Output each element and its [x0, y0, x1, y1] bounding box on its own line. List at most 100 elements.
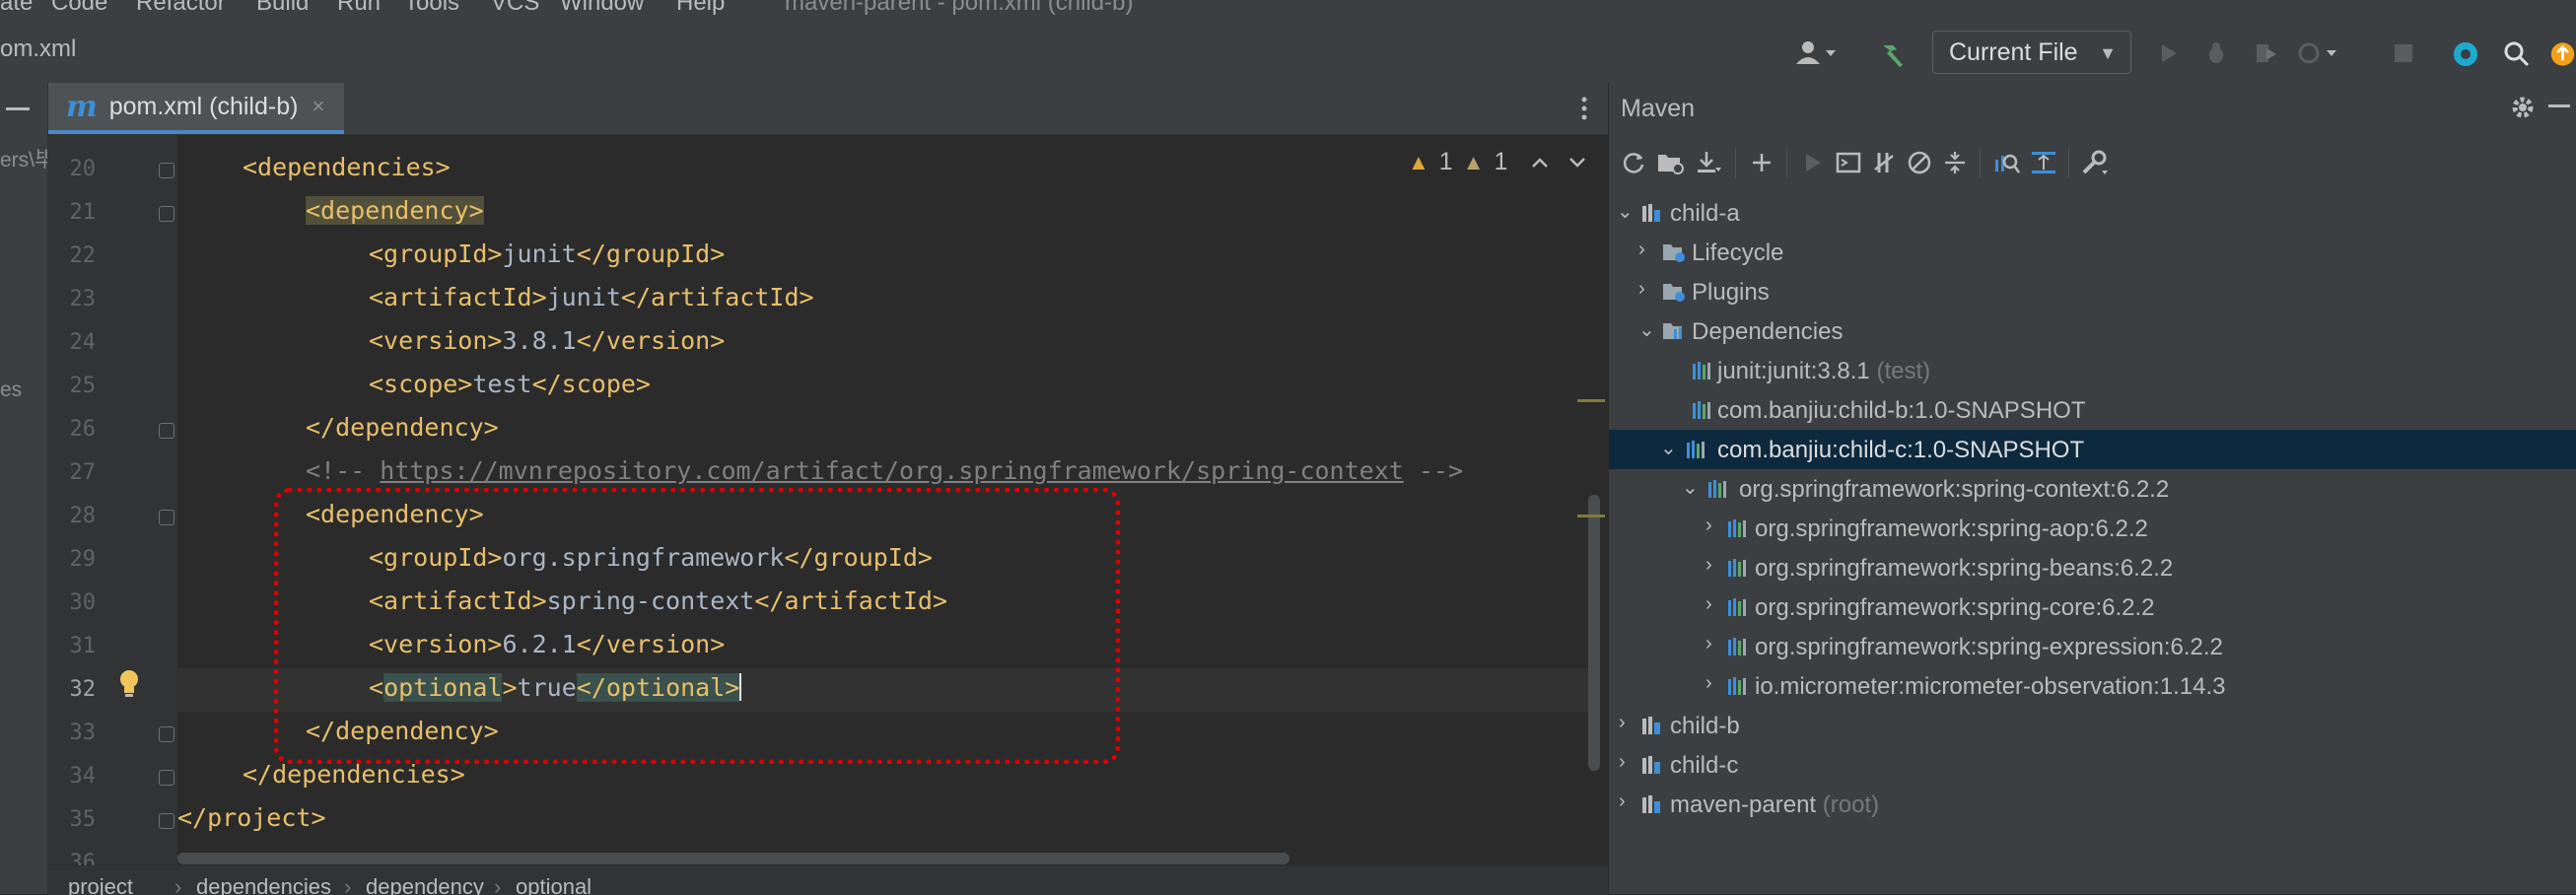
toggle-offline-icon[interactable]	[1867, 146, 1901, 179]
breadcrumb-dependency[interactable]: dependency	[366, 874, 484, 895]
fold-marker-icon[interactable]	[159, 770, 174, 786]
analyze-dependencies-icon[interactable]	[1989, 146, 2023, 179]
tree-item-junit[interactable]: junit:junit:3.8.1 (test)	[1609, 351, 2576, 390]
debug-icon[interactable]	[2200, 37, 2232, 69]
lightbulb-icon[interactable]	[117, 668, 147, 704]
menu-build[interactable]: Build	[256, 0, 309, 17]
menu-run[interactable]: Run	[337, 0, 381, 17]
run-icon[interactable]	[2153, 37, 2185, 69]
chevron-down-icon[interactable]: ⌄	[1638, 317, 1658, 343]
fold-marker-icon[interactable]	[159, 510, 174, 525]
tree-item-maven-parent[interactable]: › maven-parent (root)	[1609, 785, 2576, 824]
fold-marker-icon[interactable]	[159, 206, 174, 222]
library-icon	[1727, 636, 1751, 657]
run-maven-build-icon[interactable]	[1796, 146, 1830, 179]
warning-count: 1	[1438, 148, 1453, 175]
menu-navigate[interactable]: ate	[0, 0, 33, 17]
collapse-panel-icon[interactable]	[4, 101, 32, 120]
chevron-right-icon[interactable]: ›	[1619, 791, 1638, 816]
error-stripe-mark[interactable]	[1577, 515, 1605, 517]
tab-pom-xml-child-b[interactable]: m pom.xml (child-b) ×	[48, 83, 344, 134]
tree-item-spring-expression[interactable]: › org.springframework:spring-expression:…	[1609, 627, 2576, 666]
chevron-right-icon[interactable]: ›	[1706, 593, 1725, 619]
more-options-icon[interactable]	[1574, 93, 1594, 124]
tree-item-spring-core[interactable]: › org.springframework:spring-core:6.2.2	[1609, 587, 2576, 627]
tree-item-spring-context[interactable]: ⌄ org.springframework:spring-context:6.2…	[1609, 469, 2576, 509]
comment-link[interactable]: https://mvnrepository.com/artifact/org.s…	[380, 456, 1404, 485]
chevron-right-icon[interactable]: ›	[1638, 278, 1658, 304]
editor-horizontal-scrollbar[interactable]	[177, 853, 1289, 864]
xml-breadcrumbs: project › dependencies › dependency › op…	[48, 865, 1608, 895]
build-hammer-icon[interactable]	[1875, 37, 1909, 71]
tree-item-child-c-dependency[interactable]: ⌄ com.banjiu:child-c:1.0-SNAPSHOT	[1609, 430, 2576, 469]
user-account-icon[interactable]	[1792, 35, 1838, 71]
nav-breadcrumb[interactable]: om.xml	[0, 35, 76, 63]
breadcrumb-optional[interactable]: optional	[516, 874, 592, 895]
tree-item-child-c[interactable]: › child-c	[1609, 745, 2576, 785]
chevron-right-icon[interactable]: ›	[1706, 672, 1725, 698]
tree-item-dependencies[interactable]: ⌄ Dependencies	[1609, 311, 2576, 351]
chevron-right-icon[interactable]: ›	[1706, 554, 1725, 580]
close-icon[interactable]: ×	[312, 94, 324, 119]
execute-goal-icon[interactable]	[1832, 146, 1865, 179]
tree-item-micrometer[interactable]: › io.micrometer:micrometer-observation:1…	[1609, 666, 2576, 706]
chevron-right-icon[interactable]: ›	[1706, 633, 1725, 658]
chevron-down-icon[interactable]: ⌄	[1660, 436, 1680, 461]
library-icon	[1727, 557, 1751, 579]
tree-item-child-a[interactable]: ⌄ child-a	[1609, 193, 2576, 233]
line-number: 27	[69, 460, 97, 485]
reload-icon[interactable]	[1617, 146, 1650, 179]
line-number: 22	[69, 243, 97, 268]
plugins-folder-icon	[1662, 281, 1686, 303]
breadcrumb-dependencies[interactable]: dependencies	[196, 874, 331, 895]
tree-item-spring-beans[interactable]: › org.springframework:spring-beans:6.2.2	[1609, 548, 2576, 587]
menu-tools[interactable]: Tools	[404, 0, 459, 17]
menu-help[interactable]: Help	[676, 0, 725, 17]
hide-panel-icon[interactable]	[2545, 101, 2573, 112]
collapse-all-icon[interactable]	[1938, 146, 1972, 179]
breadcrumb-project[interactable]: project	[68, 874, 133, 895]
maven-settings-wrench-icon[interactable]	[2078, 146, 2112, 179]
add-icon[interactable]	[1745, 146, 1778, 179]
tree-item-child-b[interactable]: › child-b	[1609, 706, 2576, 745]
show-dependencies-icon[interactable]	[2027, 146, 2060, 179]
tree-item-plugins[interactable]: › Plugins	[1609, 272, 2576, 311]
chevron-down-icon[interactable]	[1568, 157, 1586, 169]
tree-item-child-b-dependency[interactable]: com.banjiu:child-b:1.0-SNAPSHOT	[1609, 390, 2576, 430]
fold-marker-icon[interactable]	[159, 726, 174, 742]
skip-tests-icon[interactable]	[1903, 146, 1936, 179]
inspection-widget[interactable]: ▲ 1 ▲ 1	[1408, 148, 1586, 176]
menu-vcs[interactable]: VCS	[491, 0, 539, 17]
chevron-up-icon[interactable]	[1531, 157, 1549, 169]
fold-marker-icon[interactable]	[159, 423, 174, 439]
chevron-right-icon[interactable]: ›	[1706, 515, 1725, 540]
run-configuration-label: Current File	[1949, 37, 2078, 66]
scrollbar-thumb[interactable]	[1588, 495, 1600, 771]
chevron-down-icon[interactable]: ⌄	[1617, 199, 1636, 225]
tree-item-spring-aop[interactable]: › org.springframework:spring-aop:6.2.2	[1609, 509, 2576, 548]
error-stripe-mark[interactable]	[1577, 399, 1605, 402]
chevron-right-icon[interactable]: ›	[1619, 751, 1638, 777]
library-icon	[1692, 399, 1715, 421]
gear-icon[interactable]	[2508, 93, 2538, 122]
menu-refactor[interactable]: Refactor	[136, 0, 226, 17]
chevron-right-icon[interactable]: ›	[1638, 239, 1658, 264]
fold-marker-icon[interactable]	[159, 813, 174, 829]
menu-code[interactable]: Code	[51, 0, 107, 17]
run-configuration-dropdown[interactable]: Current File ▼	[1932, 31, 2131, 74]
tab-label: pom.xml (child-b)	[108, 92, 299, 120]
generate-sources-icon[interactable]	[1654, 146, 1688, 179]
stop-icon[interactable]	[2388, 37, 2419, 69]
menu-window[interactable]: Window	[560, 0, 644, 17]
fold-marker-icon[interactable]	[159, 163, 174, 178]
search-icon[interactable]	[2500, 37, 2534, 71]
chevron-down-icon[interactable]: ⌄	[1682, 475, 1702, 501]
download-icon[interactable]	[1692, 146, 1725, 179]
profile-icon[interactable]	[2297, 37, 2342, 69]
code-with-me-icon[interactable]	[2449, 37, 2482, 71]
coverage-icon[interactable]	[2250, 37, 2281, 69]
chevron-right-icon[interactable]: ›	[1619, 712, 1638, 737]
maven-toolbar	[1609, 138, 2576, 187]
update-icon[interactable]	[2549, 37, 2576, 71]
tree-item-lifecycle[interactable]: › Lifecycle	[1609, 233, 2576, 272]
